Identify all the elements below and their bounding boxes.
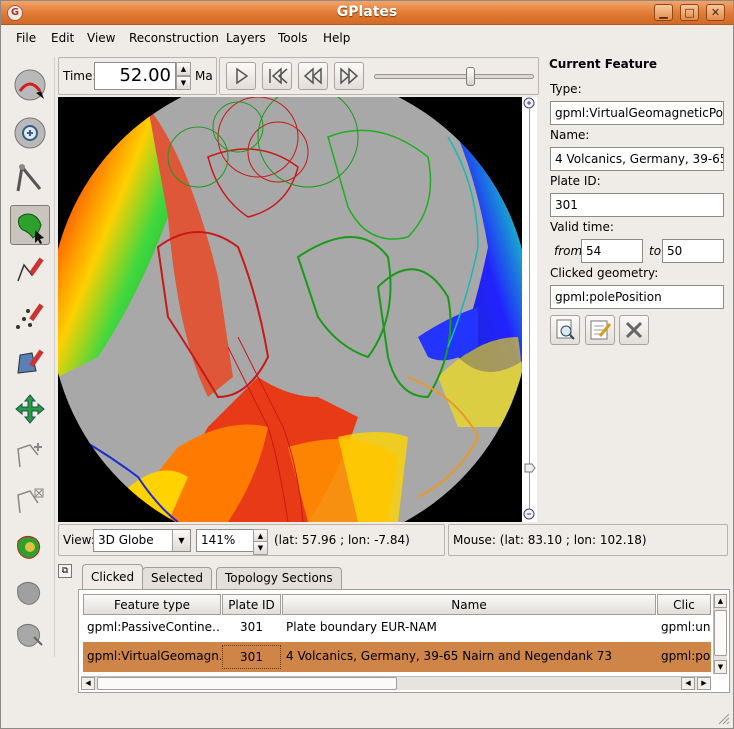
feature-table: Feature type Plate ID Name Clic gpml:Pas… (78, 589, 730, 693)
type-label: Type: (550, 82, 582, 96)
zoom-slider[interactable] (522, 97, 537, 522)
cell-name: Plate boundary EUR-NAM (286, 620, 437, 634)
chevron-down-icon[interactable]: ▼ (172, 530, 190, 551)
name-label: Name: (550, 128, 590, 142)
cell-plate-id: 301 (222, 645, 281, 669)
zoom-globe-icon[interactable] (10, 113, 50, 153)
valid-time-label: Valid time: (550, 220, 614, 234)
plate-id-field[interactable]: 301 (550, 193, 724, 217)
cell-plate-id: 301 (240, 620, 263, 634)
vertical-scroll-thumb[interactable] (714, 610, 727, 656)
projection-value: 3D Globe (98, 533, 154, 547)
edit-topology-icon[interactable] (10, 573, 50, 613)
current-feature-panel: Current Feature Type: gpml:VirtualGeomag… (544, 53, 730, 523)
close-icon[interactable]: ✕ (706, 4, 725, 21)
to-label: to (649, 244, 662, 258)
digitise-polyline-icon[interactable] (10, 251, 50, 291)
menu-reconstruction[interactable]: Reconstruction (129, 31, 219, 45)
time-decrease-icon[interactable]: ▼ (176, 76, 191, 90)
delete-vertex-icon[interactable] (10, 481, 50, 521)
from-field[interactable]: 54 (581, 239, 643, 263)
scroll-right-icon[interactable]: ▶ (697, 677, 711, 690)
insert-vertex-icon[interactable] (10, 435, 50, 475)
clicked-geometry-field[interactable]: gpml:polePosition (550, 285, 724, 309)
view-bar: View: 3D Globe ▼ 141% ▲ ▼ (lat: 57.96 ; … (58, 524, 445, 556)
time-label: Time: (63, 69, 97, 83)
scroll-down-icon[interactable]: ▼ (714, 660, 727, 674)
tab-selected[interactable]: Selected (142, 567, 213, 589)
column-header-plate-id[interactable]: Plate ID (222, 594, 281, 615)
to-field[interactable]: 50 (662, 239, 724, 263)
type-field[interactable]: gpml:VirtualGeomagneticPole (550, 101, 724, 125)
scroll-up-icon[interactable]: ▲ (714, 594, 727, 608)
menu-edit[interactable]: Edit (51, 31, 74, 45)
clear-selection-icon[interactable] (619, 315, 649, 345)
cell-feature-type: gpml:VirtualGeomagn… (87, 649, 221, 663)
split-feature-icon[interactable] (10, 615, 50, 655)
zoom-decrease-icon[interactable]: ▼ (253, 541, 268, 555)
time-slider[interactable] (374, 74, 534, 79)
menu-help[interactable]: Help (323, 31, 350, 45)
from-label: from (554, 244, 583, 258)
plate-id-label: Plate ID: (550, 174, 601, 188)
globe-canvas[interactable] (58, 97, 537, 522)
time-input[interactable]: 52.00 (94, 62, 176, 90)
step-forward-icon[interactable] (334, 62, 364, 90)
time-unit: Ma (195, 69, 213, 83)
gplates-window: G GPlates ▁ □ ✕ File Edit View Reconstru… (0, 0, 734, 729)
time-increase-icon[interactable]: ▲ (176, 62, 191, 76)
minimize-icon[interactable]: ▁ (654, 4, 673, 21)
projection-select[interactable]: 3D Globe ▼ (93, 529, 191, 552)
menu-tools[interactable]: Tools (278, 31, 308, 45)
table-horizontal-scrollbar[interactable]: ◀ ◀ ▶ (81, 676, 711, 690)
column-header-feature-type[interactable]: Feature type (83, 594, 221, 615)
cell-name: 4 Volcanics, Germany, 39-65 Nairn and Ne… (286, 649, 613, 663)
column-header-clicked[interactable]: Clic (657, 594, 711, 615)
step-back-icon[interactable] (298, 62, 328, 90)
choose-feature-icon[interactable] (10, 205, 50, 245)
camera-coordinates: (lat: 57.96 ; lon: -7.84) (274, 533, 410, 547)
mouse-coordinates-bar: Mouse: (lat: 83.10 ; lon: 102.18) (448, 524, 728, 556)
column-header-name[interactable]: Name (282, 594, 656, 615)
digitise-polygon-icon[interactable] (10, 343, 50, 383)
mouse-coordinates: Mouse: (lat: 83.10 ; lon: 102.18) (453, 533, 647, 547)
panel-heading: Current Feature (549, 57, 658, 71)
undock-icon[interactable]: ⧉ (58, 564, 72, 578)
title-bar[interactable]: G GPlates ▁ □ ✕ (1, 1, 733, 25)
table-row-selected[interactable]: gpml:VirtualGeomagn… 301 4 Volcanics, Ge… (83, 642, 711, 672)
cell-clicked-geometry: gpml:pol (661, 649, 711, 663)
resize-grip-icon[interactable] (718, 713, 730, 725)
measure-distance-icon[interactable] (10, 159, 50, 199)
tab-clicked[interactable]: Clicked (82, 564, 144, 590)
play-icon[interactable] (226, 62, 256, 90)
menu-bar: File Edit View Reconstruction Layers Too… (1, 26, 733, 50)
drag-globe-icon[interactable] (10, 65, 50, 105)
menu-layers[interactable]: Layers (226, 31, 266, 45)
time-slider-handle[interactable] (466, 67, 475, 86)
edit-feature-icon[interactable] (585, 315, 615, 345)
window-title: GPlates (336, 4, 398, 20)
maximize-icon[interactable]: □ (680, 4, 699, 21)
menu-view[interactable]: View (87, 31, 115, 45)
horizontal-scroll-thumb[interactable] (97, 677, 397, 690)
digitise-multipoint-icon[interactable] (10, 297, 50, 337)
scroll-right-alt-icon[interactable]: ◀ (681, 677, 695, 690)
canvas-tools-toolbar (5, 57, 55, 657)
move-vertex-icon[interactable] (10, 389, 50, 429)
reset-icon[interactable] (262, 62, 292, 90)
view-label: View: (63, 533, 95, 547)
tab-topology-sections[interactable]: Topology Sections (216, 567, 342, 589)
build-topology-icon[interactable] (10, 527, 50, 567)
table-vertical-scrollbar[interactable]: ▲ ▼ (713, 594, 727, 674)
cell-feature-type: gpml:PassiveContine… (87, 620, 221, 634)
feature-table-panel: ⧉ Clicked Selected Topology Sections Fea… (58, 561, 730, 695)
clicked-geometry-label: Clicked geometry: (550, 266, 659, 280)
animation-controls (219, 57, 539, 95)
menu-file[interactable]: File (16, 31, 36, 45)
time-control: Time: 52.00 ▲ ▼ Ma (58, 57, 217, 95)
query-feature-icon[interactable] (550, 315, 580, 345)
scroll-left-icon[interactable]: ◀ (81, 677, 95, 690)
cell-clicked-geometry: gpml:unc (661, 620, 711, 634)
name-field[interactable]: 4 Volcanics, Germany, 39-65 (550, 147, 724, 171)
